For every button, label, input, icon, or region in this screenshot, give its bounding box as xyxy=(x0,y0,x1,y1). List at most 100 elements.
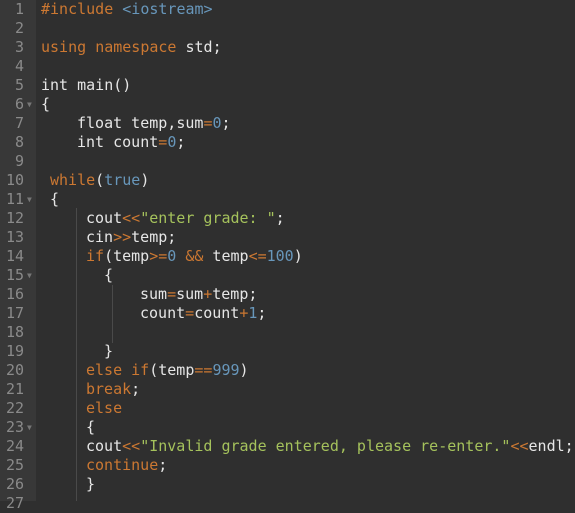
fold-arrow-icon[interactable]: ▼ xyxy=(27,190,35,209)
code-token: { xyxy=(86,418,96,436)
line-number: 24 xyxy=(5,437,24,455)
keyword-token: namespace xyxy=(95,38,177,56)
number-token: 0 xyxy=(167,133,177,151)
fold-arrow-icon[interactable]: ▼ xyxy=(27,95,35,114)
line-number: 7 xyxy=(14,114,24,132)
code-token: ; xyxy=(176,133,186,151)
keyword-token: if xyxy=(86,247,105,265)
line-number: 5 xyxy=(14,76,24,94)
number-token: 0 xyxy=(212,114,222,132)
fold-arrow-icon[interactable]: ▼ xyxy=(27,266,35,285)
line-number: 26 xyxy=(5,475,24,493)
number-token: 999 xyxy=(212,361,240,379)
code-token: } xyxy=(104,342,114,360)
number-token: 100 xyxy=(266,247,294,265)
string-token: "enter grade: " xyxy=(140,209,276,227)
code-token: std; xyxy=(176,38,222,56)
line-number-gutter: 1 2 3 4 5 6 ▼ 7 8 9 10 11 ▼ 12 13 14 15 ▼ 16 17 18 19 20 21 22 23… xyxy=(0,0,36,512)
code-token: (temp xyxy=(149,361,195,379)
line-number: 27 xyxy=(5,494,24,512)
string-token: "Invalid grade entered, please re-enter.… xyxy=(140,437,511,455)
keyword-token: using xyxy=(41,38,87,56)
code-line[interactable]: cin>>temp; xyxy=(86,228,176,247)
code-token: ; xyxy=(275,209,285,227)
line-number: 2 xyxy=(14,19,24,37)
code-token: endl; xyxy=(528,437,574,455)
line-number: 12 xyxy=(5,209,24,227)
operator-token: << xyxy=(122,209,141,227)
operator-token: = xyxy=(185,304,195,322)
code-line[interactable]: while(true) xyxy=(50,171,149,190)
operator-token: + xyxy=(203,285,213,303)
line-number: 20 xyxy=(5,361,24,379)
code-line[interactable]: { xyxy=(86,418,95,437)
code-token: sum xyxy=(176,285,204,303)
operator-token: << xyxy=(510,437,529,455)
code-line[interactable]: #include <iostream> xyxy=(41,0,213,19)
line-number: 10 xyxy=(5,171,24,189)
code-token: temp; xyxy=(131,228,177,246)
code-token: { xyxy=(104,266,114,284)
code-line[interactable]: int count=0; xyxy=(77,133,185,152)
code-line[interactable]: float temp,sum=0; xyxy=(77,114,231,133)
code-token: cout xyxy=(86,437,123,455)
code-line[interactable]: else if(temp==999) xyxy=(86,361,249,380)
code-line[interactable]: { xyxy=(104,266,113,285)
code-token: ) xyxy=(140,171,150,189)
code-token: ; xyxy=(257,304,267,322)
code-line[interactable]: cout<<"Invalid grade entered, please re-… xyxy=(86,437,574,456)
code-line[interactable]: } xyxy=(86,475,95,494)
code-line[interactable]: count=count+1; xyxy=(140,304,266,323)
code-line[interactable]: continue; xyxy=(86,456,167,475)
operator-token: = xyxy=(167,285,177,303)
code-token: ) xyxy=(239,361,249,379)
code-token: cin xyxy=(86,228,114,246)
code-line[interactable]: } xyxy=(104,342,113,361)
operator-token: <= xyxy=(248,247,267,265)
number-token: <iostream> xyxy=(122,0,213,18)
keyword-token: #include xyxy=(41,0,114,18)
number-token: 0 xyxy=(167,247,177,265)
code-line[interactable]: { xyxy=(50,190,59,209)
line-number: 1 xyxy=(14,0,24,18)
code-editor[interactable]: #include <iostream> using namespace std; i… xyxy=(36,0,575,501)
code-line[interactable]: int main() xyxy=(41,76,131,95)
code-token: ; xyxy=(131,380,141,398)
code-token: cout xyxy=(86,209,123,227)
operator-token: >= xyxy=(149,247,168,265)
line-number: 4 xyxy=(14,57,24,75)
operator-token: = xyxy=(158,133,168,151)
operator-token: << xyxy=(122,437,141,455)
number-token: true xyxy=(104,171,141,189)
keyword-token: while xyxy=(50,171,96,189)
keyword-token: if xyxy=(131,361,150,379)
code-line[interactable]: break; xyxy=(86,380,140,399)
code-line[interactable]: else xyxy=(86,399,122,418)
line-number: 8 xyxy=(14,133,24,151)
code-token: { xyxy=(41,95,51,113)
line-number: 22 xyxy=(5,399,24,417)
code-line[interactable]: sum=sum+temp; xyxy=(140,285,257,304)
fold-arrow-icon[interactable]: ▼ xyxy=(27,418,35,437)
line-number: 14 xyxy=(5,247,24,265)
line-number: 6 xyxy=(14,95,24,113)
code-line[interactable]: { xyxy=(41,95,50,114)
line-number: 16 xyxy=(5,285,24,303)
code-line[interactable]: cout<<"enter grade: "; xyxy=(86,209,285,228)
line-number: 15 xyxy=(5,266,24,284)
line-number: 11 xyxy=(5,190,24,208)
code-token: ; xyxy=(158,456,168,474)
code-line[interactable]: if(temp>=0 && temp<=100) xyxy=(86,247,303,266)
line-number: 19 xyxy=(5,342,24,360)
operator-token: >> xyxy=(113,228,132,246)
operator-token: && xyxy=(185,247,204,265)
line-number: 23 xyxy=(5,418,24,436)
indent-guide-while-block xyxy=(76,208,77,501)
code-line[interactable]: using namespace std; xyxy=(41,38,222,57)
indent-guide-if-block xyxy=(112,285,113,343)
code-token: temp xyxy=(203,247,249,265)
